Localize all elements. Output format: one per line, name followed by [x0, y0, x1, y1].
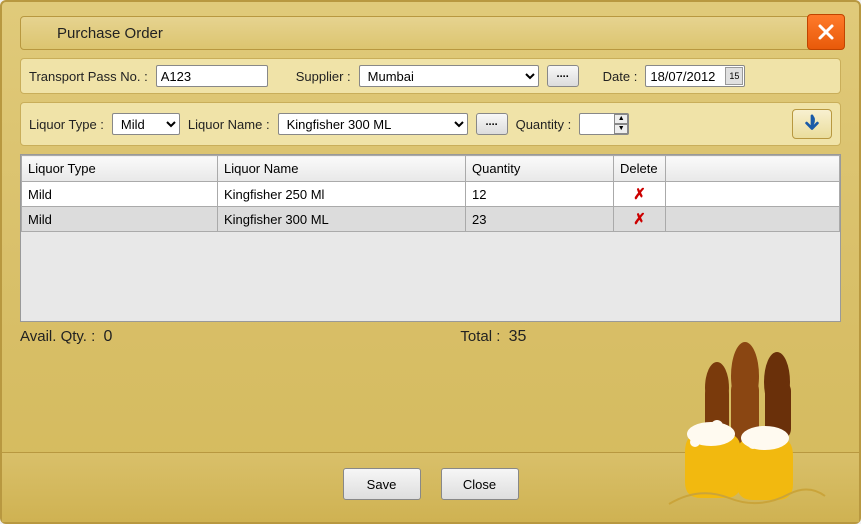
header-panel: Transport Pass No. : Supplier : Mumbai .…	[20, 58, 841, 94]
supplier-select[interactable]: Mumbai	[359, 65, 539, 87]
cell-type: Mild	[22, 182, 218, 207]
liquor-browse-button[interactable]: ....	[476, 113, 508, 135]
cell-qty: 23	[466, 207, 614, 232]
purchase-order-window: Purchase Order Transport Pass No. : Supp…	[0, 0, 861, 524]
liquor-type-select[interactable]: Mild	[112, 113, 180, 135]
date-label: Date :	[603, 69, 638, 84]
cell-name: Kingfisher 300 ML	[218, 207, 466, 232]
total-label: Total :	[460, 328, 500, 345]
filter-panel: Liquor Type : Mild Liquor Name : Kingfis…	[20, 102, 841, 146]
page-title: Purchase Order	[57, 25, 163, 42]
supplier-label: Supplier :	[296, 69, 351, 84]
save-button[interactable]: Save	[343, 468, 421, 500]
delete-icon[interactable]: ✗	[633, 211, 646, 228]
down-arrow-icon	[803, 114, 821, 134]
delete-icon[interactable]: ✗	[633, 186, 646, 203]
table-row[interactable]: Mild Kingfisher 300 ML 23 ✗	[22, 207, 840, 232]
col-liquor-type[interactable]: Liquor Type	[22, 156, 218, 182]
col-spacer	[666, 156, 840, 182]
close-button[interactable]: Close	[441, 468, 519, 500]
avail-value: 0	[103, 328, 112, 345]
table-row[interactable]: Mild Kingfisher 250 Ml 12 ✗	[22, 182, 840, 207]
spinner-up-icon[interactable]: ▲	[614, 114, 628, 124]
cell-type: Mild	[22, 207, 218, 232]
cell-spacer	[666, 182, 840, 207]
items-grid: Liquor Type Liquor Name Quantity Delete …	[20, 154, 841, 322]
liquor-name-select[interactable]: Kingfisher 300 ML	[278, 113, 468, 135]
transport-input[interactable]	[156, 65, 268, 87]
liquor-type-label: Liquor Type :	[29, 117, 104, 132]
button-bar: Save Close	[2, 468, 859, 500]
col-delete[interactable]: Delete	[614, 156, 666, 182]
close-icon	[816, 22, 836, 42]
col-liquor-name[interactable]: Liquor Name	[218, 156, 466, 182]
close-window-button[interactable]	[807, 14, 845, 50]
titlebar: Purchase Order	[20, 16, 841, 50]
cell-delete[interactable]: ✗	[614, 182, 666, 207]
col-quantity[interactable]: Quantity	[466, 156, 614, 182]
cell-qty: 12	[466, 182, 614, 207]
quantity-stepper[interactable]: ▲ ▼	[614, 114, 628, 134]
transport-label: Transport Pass No. :	[29, 69, 148, 84]
add-item-button[interactable]	[792, 109, 832, 139]
liquor-name-label: Liquor Name :	[188, 117, 270, 132]
avail-label: Avail. Qty. :	[20, 328, 95, 345]
total-value: 35	[509, 328, 527, 345]
cell-spacer	[666, 207, 840, 232]
table-header-row: Liquor Type Liquor Name Quantity Delete	[22, 156, 840, 182]
quantity-label: Quantity :	[516, 117, 572, 132]
cell-name: Kingfisher 250 Ml	[218, 182, 466, 207]
spinner-down-icon[interactable]: ▼	[614, 124, 628, 134]
supplier-browse-button[interactable]: ....	[547, 65, 579, 87]
calendar-icon[interactable]: 15	[725, 67, 743, 85]
cell-delete[interactable]: ✗	[614, 207, 666, 232]
